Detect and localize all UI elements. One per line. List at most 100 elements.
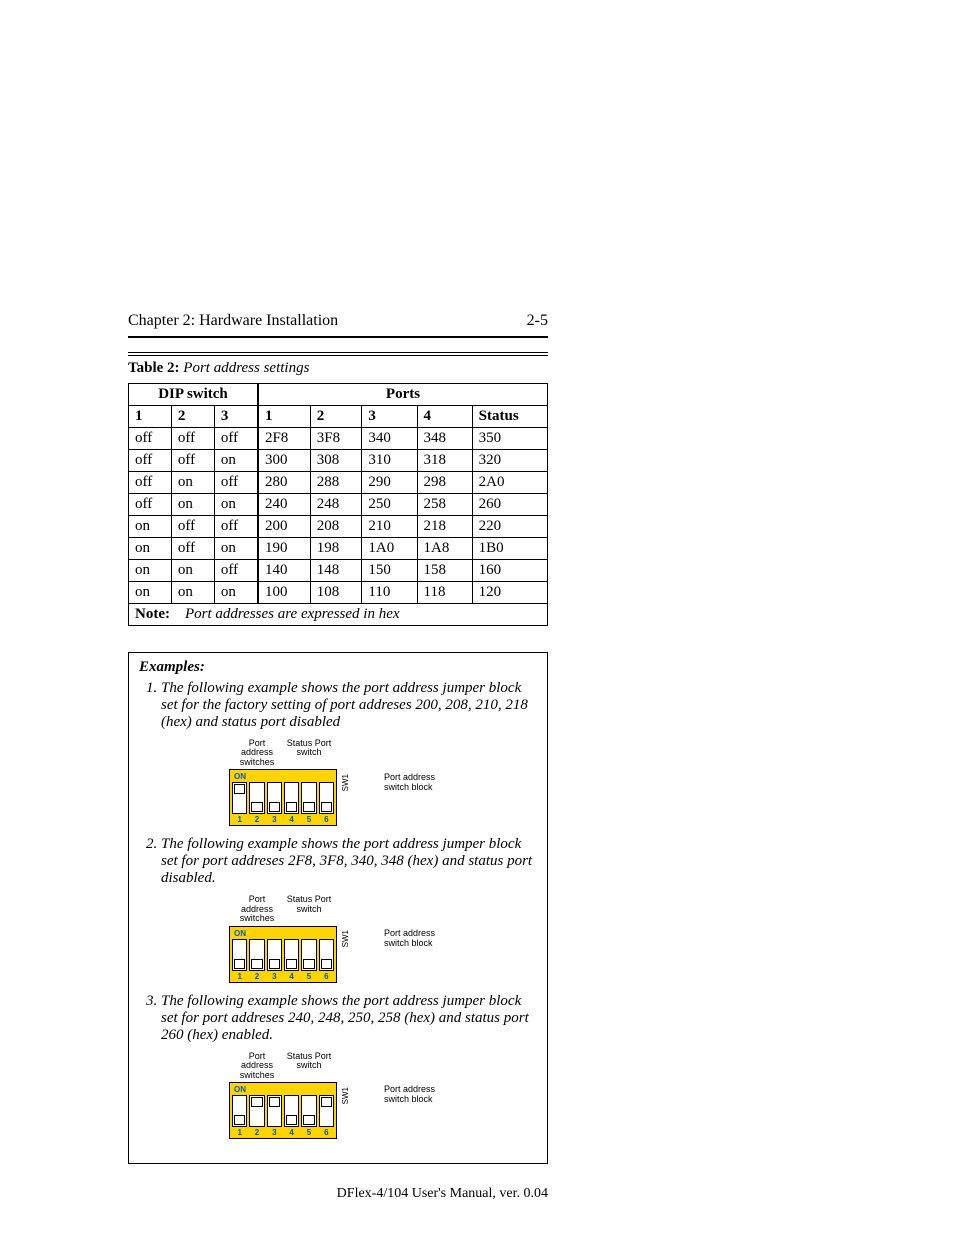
cell: 158 bbox=[417, 560, 472, 582]
cell: on bbox=[129, 538, 172, 560]
table-top-rule bbox=[128, 352, 548, 356]
example-text: The following example shows the port add… bbox=[161, 680, 528, 730]
th-sub: 2 bbox=[171, 406, 214, 428]
dip-switch bbox=[232, 1095, 247, 1127]
th-sub: Status bbox=[472, 406, 547, 428]
label-status-port: Status Port switch bbox=[284, 1052, 334, 1080]
cell: on bbox=[171, 560, 214, 582]
cell: 100 bbox=[258, 582, 310, 604]
cell: 2A0 bbox=[472, 472, 547, 494]
cell: on bbox=[129, 582, 172, 604]
dip-switch bbox=[267, 939, 282, 971]
label-on: ON bbox=[234, 772, 334, 781]
dip-num: 3 bbox=[267, 815, 282, 824]
th-sub: 4 bbox=[417, 406, 472, 428]
dip-num: 1 bbox=[232, 815, 247, 824]
cell: 148 bbox=[310, 560, 362, 582]
dip-switch bbox=[301, 939, 316, 971]
cell: on bbox=[214, 450, 258, 472]
chapter-title: Chapter 2: Hardware Installation bbox=[128, 312, 338, 330]
cell: 118 bbox=[417, 582, 472, 604]
cell: on bbox=[171, 494, 214, 516]
label-sw1: SW1 bbox=[341, 1087, 350, 1104]
label-sw1: SW1 bbox=[341, 930, 350, 947]
dip-switch bbox=[249, 1095, 264, 1127]
dip-num: 6 bbox=[319, 972, 334, 981]
caption-label: Table 2: bbox=[128, 360, 180, 376]
dip-block: ON123456 bbox=[229, 769, 337, 826]
cell: 1A8 bbox=[417, 538, 472, 560]
label-side: Port address switch block bbox=[384, 773, 435, 793]
dip-num: 4 bbox=[284, 972, 299, 981]
cell: off bbox=[171, 450, 214, 472]
cell: 1A0 bbox=[362, 538, 417, 560]
cell: 198 bbox=[310, 538, 362, 560]
page-number: 2-5 bbox=[527, 312, 548, 330]
table-note: Note: Port addresses are expressed in he… bbox=[129, 604, 548, 626]
example-text: The following example shows the port add… bbox=[161, 836, 532, 886]
cell: on bbox=[129, 516, 172, 538]
dip-switch bbox=[319, 782, 334, 814]
dip-figure: Port address switchesStatus Port switchO… bbox=[229, 895, 537, 982]
dip-num: 3 bbox=[267, 972, 282, 981]
cell: 350 bbox=[472, 428, 547, 450]
cell: off bbox=[214, 560, 258, 582]
dip-num: 1 bbox=[232, 1128, 247, 1137]
dip-block: ON123456 bbox=[229, 1082, 337, 1139]
dip-num: 6 bbox=[319, 1128, 334, 1137]
caption-title: Port address settings bbox=[183, 360, 309, 376]
cell: 160 bbox=[472, 560, 547, 582]
dip-num: 5 bbox=[301, 972, 316, 981]
cell: 280 bbox=[258, 472, 310, 494]
table-caption: Table 2: Port address settings bbox=[128, 360, 548, 377]
dip-figure: Port address switchesStatus Port switch O… bbox=[229, 1052, 537, 1139]
dip-switch bbox=[284, 1095, 299, 1127]
cell: 200 bbox=[258, 516, 310, 538]
th-sub: 2 bbox=[310, 406, 362, 428]
cell: 248 bbox=[310, 494, 362, 516]
cell: 290 bbox=[362, 472, 417, 494]
cell: off bbox=[171, 516, 214, 538]
cell: 190 bbox=[258, 538, 310, 560]
dip-switch bbox=[301, 1095, 316, 1127]
note-text: Port addresses are expressed in hex bbox=[185, 606, 400, 622]
label-on: ON bbox=[234, 929, 334, 938]
example-item: The following example shows the port add… bbox=[161, 680, 537, 826]
cell: 218 bbox=[417, 516, 472, 538]
label-on: ON bbox=[234, 1085, 334, 1094]
dip-switch bbox=[232, 939, 247, 971]
cell: 110 bbox=[362, 582, 417, 604]
cell: on bbox=[129, 560, 172, 582]
examples-title: Examples bbox=[139, 659, 200, 675]
label-port-addr: Port address switches bbox=[232, 1052, 282, 1080]
cell: 260 bbox=[472, 494, 547, 516]
dip-switch bbox=[249, 782, 264, 814]
header-rule bbox=[128, 336, 548, 338]
label-port-addr: Port address switches bbox=[232, 895, 282, 923]
th-sub: 1 bbox=[258, 406, 310, 428]
cell: 318 bbox=[417, 450, 472, 472]
examples-list: The following example shows the port add… bbox=[139, 680, 537, 1139]
cell: 120 bbox=[472, 582, 547, 604]
dip-switch bbox=[267, 1095, 282, 1127]
dip-num: 2 bbox=[249, 815, 264, 824]
example-item: The following example shows the port add… bbox=[161, 993, 537, 1139]
cell: 340 bbox=[362, 428, 417, 450]
dip-switch bbox=[267, 782, 282, 814]
dip-switch bbox=[301, 782, 316, 814]
cell: 300 bbox=[258, 450, 310, 472]
label-side: Port address switch block bbox=[384, 929, 435, 949]
port-address-table: DIP switch Ports 1231234Status offoffoff… bbox=[128, 383, 548, 626]
dip-block: ON123456 bbox=[229, 926, 337, 983]
cell: 108 bbox=[310, 582, 362, 604]
cell: 348 bbox=[417, 428, 472, 450]
th-sub: 1 bbox=[129, 406, 172, 428]
cell: 310 bbox=[362, 450, 417, 472]
note-label: Note: bbox=[135, 606, 170, 622]
dip-num: 2 bbox=[249, 1128, 264, 1137]
label-side: Port address switch block bbox=[384, 1085, 435, 1105]
label-sw1: SW1 bbox=[341, 774, 350, 791]
label-port-addr: Port address switches bbox=[232, 739, 282, 767]
cell: 140 bbox=[258, 560, 310, 582]
cell: 220 bbox=[472, 516, 547, 538]
